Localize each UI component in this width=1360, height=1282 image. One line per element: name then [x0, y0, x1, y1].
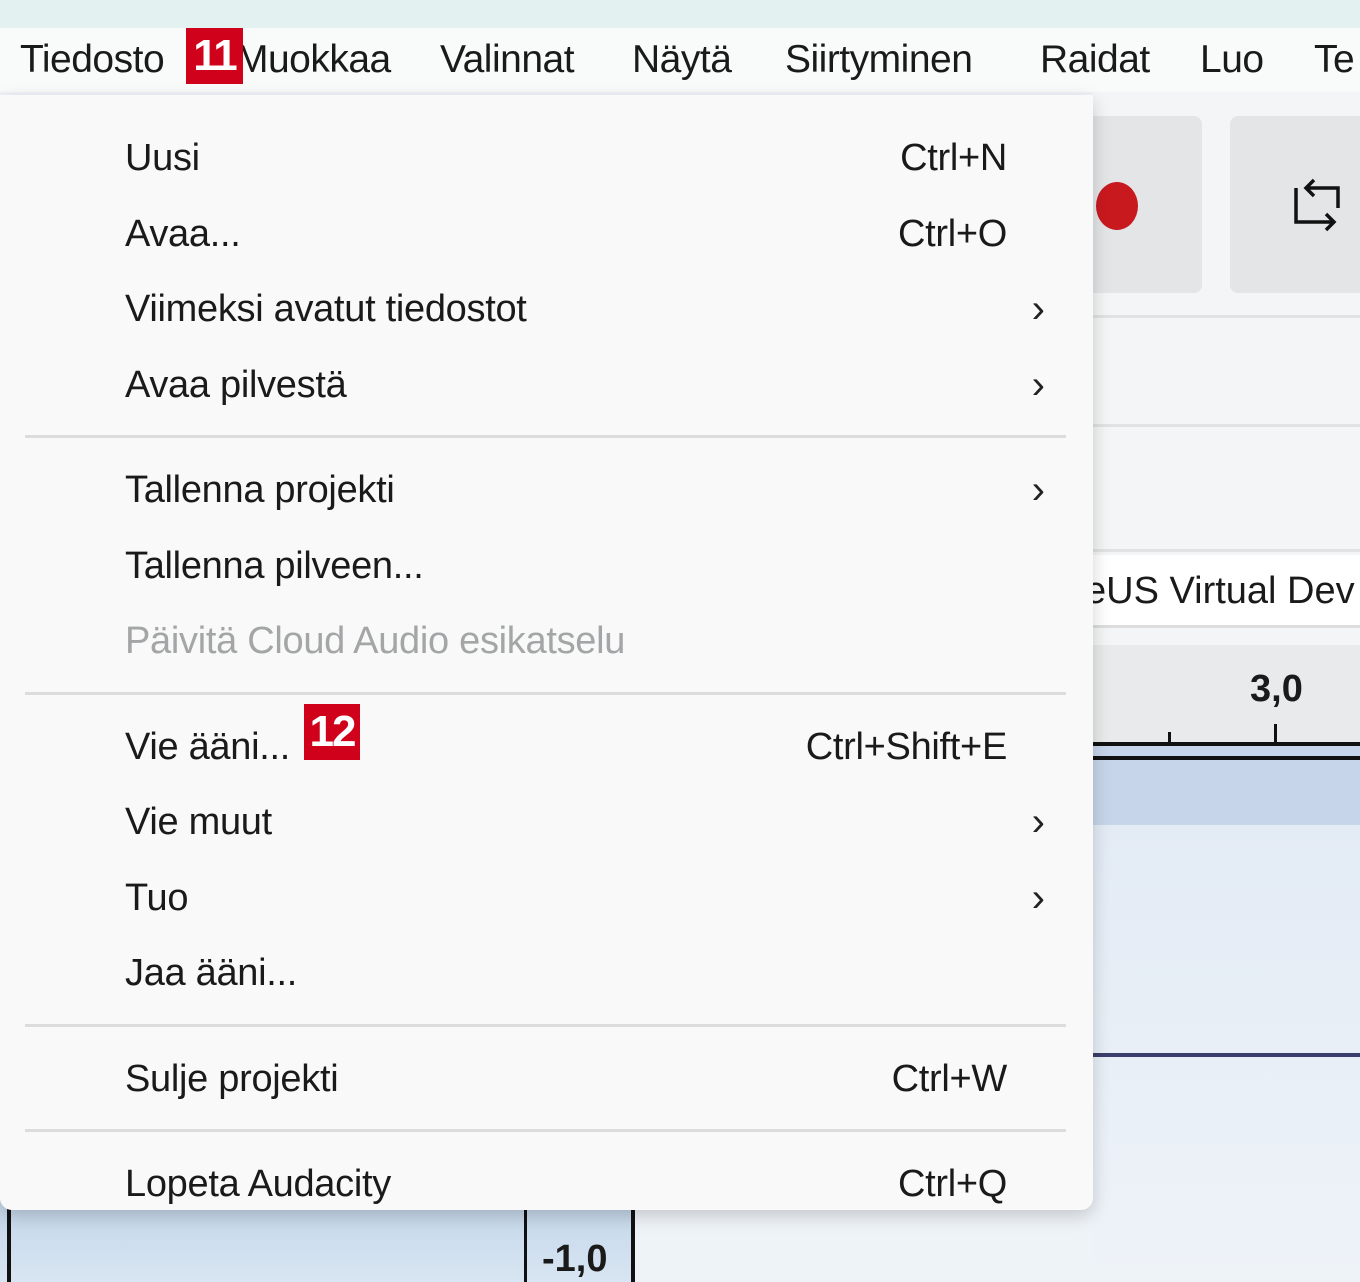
menu-separator: [0, 1012, 1093, 1042]
menu-item-uusi[interactable]: Uusi Ctrl+N: [0, 121, 1093, 197]
menu-separator: [0, 423, 1093, 453]
file-menu-dropdown: Uusi Ctrl+N Avaa... Ctrl+O Viimeksi avatut…: [0, 95, 1093, 1210]
menu-tiedosto[interactable]: Tiedosto: [20, 38, 165, 82]
menu-item-label: Jaa ääni...: [125, 952, 298, 994]
amplitude-scale-label: -1,0: [542, 1238, 608, 1280]
menu-tehosteet[interactable]: Te: [1314, 38, 1355, 82]
menu-item-quit[interactable]: Lopeta Audacity Ctrl+Q: [0, 1147, 1093, 1223]
menu-item-label: Sulje projekti: [125, 1057, 339, 1100]
shortcut: Ctrl+N: [900, 137, 1007, 179]
menu-item-label: Tallenna pilveen...: [125, 544, 424, 587]
shortcut: Ctrl+Q: [897, 1163, 1007, 1205]
menu-item-label: Tuo: [125, 876, 189, 919]
menu-luo[interactable]: Luo: [1200, 38, 1264, 82]
chevron-right-icon: ›: [1031, 875, 1045, 920]
menu-item-close-project[interactable]: Sulje projekti Ctrl+W: [0, 1042, 1093, 1118]
menu-bar: Tiedosto Muokkaa Valinnat Näytä Siirtymi…: [0, 28, 1360, 92]
menu-item-avaa[interactable]: Avaa... Ctrl+O: [0, 197, 1093, 273]
chevron-right-icon: ›: [1031, 362, 1045, 407]
menu-separator: [0, 680, 1093, 710]
annotation-badge-12: 12: [304, 703, 360, 760]
menu-item-save-cloud[interactable]: Tallenna pilveen...: [0, 529, 1093, 605]
chevron-right-icon: ›: [1031, 468, 1045, 512]
record-icon: [1096, 182, 1138, 230]
shortcut: Ctrl+W: [891, 1057, 1008, 1100]
ruler-tick: [1274, 724, 1277, 744]
chevron-right-icon: ›: [1031, 287, 1045, 331]
menu-separator: [0, 1117, 1093, 1147]
menu-valinnat[interactable]: Valinnat: [440, 38, 575, 82]
track-header[interactable]: [1093, 742, 1360, 825]
divider: [1093, 424, 1360, 427]
device-select[interactable]: eUS Virtual Dev: [1093, 555, 1360, 628]
menu-item-label: Uusi: [125, 137, 200, 179]
loop-button[interactable]: [1230, 116, 1360, 293]
chevron-right-icon: ›: [1031, 800, 1045, 844]
divider: [1093, 315, 1360, 318]
menu-item-label: Avaa pilvestä: [125, 363, 347, 406]
ruler-label: 3,0: [1250, 668, 1303, 710]
divider: [1093, 549, 1360, 552]
shortcut: Ctrl+Shift+E: [805, 725, 1008, 768]
menu-item-share-audio[interactable]: Jaa ääni...: [0, 936, 1093, 1012]
menu-item-label: Vie ääni...: [125, 725, 291, 768]
menu-item-label: Päivitä Cloud Audio esikatselu: [125, 620, 626, 662]
menu-siirtyminen[interactable]: Siirtyminen: [785, 38, 973, 82]
menu-item-label: Avaa...: [125, 212, 241, 255]
menu-item-update-cloud-preview: Päivitä Cloud Audio esikatselu: [0, 604, 1093, 680]
shortcut: Ctrl+O: [897, 212, 1007, 255]
menu-item-save-project[interactable]: Tallenna projekti ›: [0, 453, 1093, 529]
menu-item-export-other[interactable]: Vie muut ›: [0, 785, 1093, 861]
menu-item-label: Vie muut: [125, 801, 272, 843]
menu-item-label: Tallenna projekti: [125, 469, 395, 511]
waveform: [1093, 1053, 1360, 1057]
menu-nayta[interactable]: Näytä: [632, 38, 732, 82]
menu-item-label: Lopeta Audacity: [125, 1163, 391, 1205]
record-button[interactable]: [1080, 116, 1202, 293]
title-bar: [0, 0, 1360, 28]
menu-item-export-audio[interactable]: Vie ääni... Ctrl+Shift+E 12: [0, 703, 1093, 786]
menu-muokkaa[interactable]: Muokkaa: [236, 38, 391, 82]
menu-item-open-cloud[interactable]: Avaa pilvestä ›: [0, 348, 1093, 424]
menu-item-recent-files[interactable]: Viimeksi avatut tiedostot ›: [0, 272, 1093, 348]
menu-item-label: Viimeksi avatut tiedostot: [125, 288, 527, 330]
menu-raidat[interactable]: Raidat: [1040, 38, 1150, 82]
menu-item-import[interactable]: Tuo ›: [0, 861, 1093, 937]
loop-icon: [1294, 178, 1340, 232]
annotation-badge-11: 11: [186, 28, 243, 84]
timeline-ruler[interactable]: [1093, 645, 1360, 743]
